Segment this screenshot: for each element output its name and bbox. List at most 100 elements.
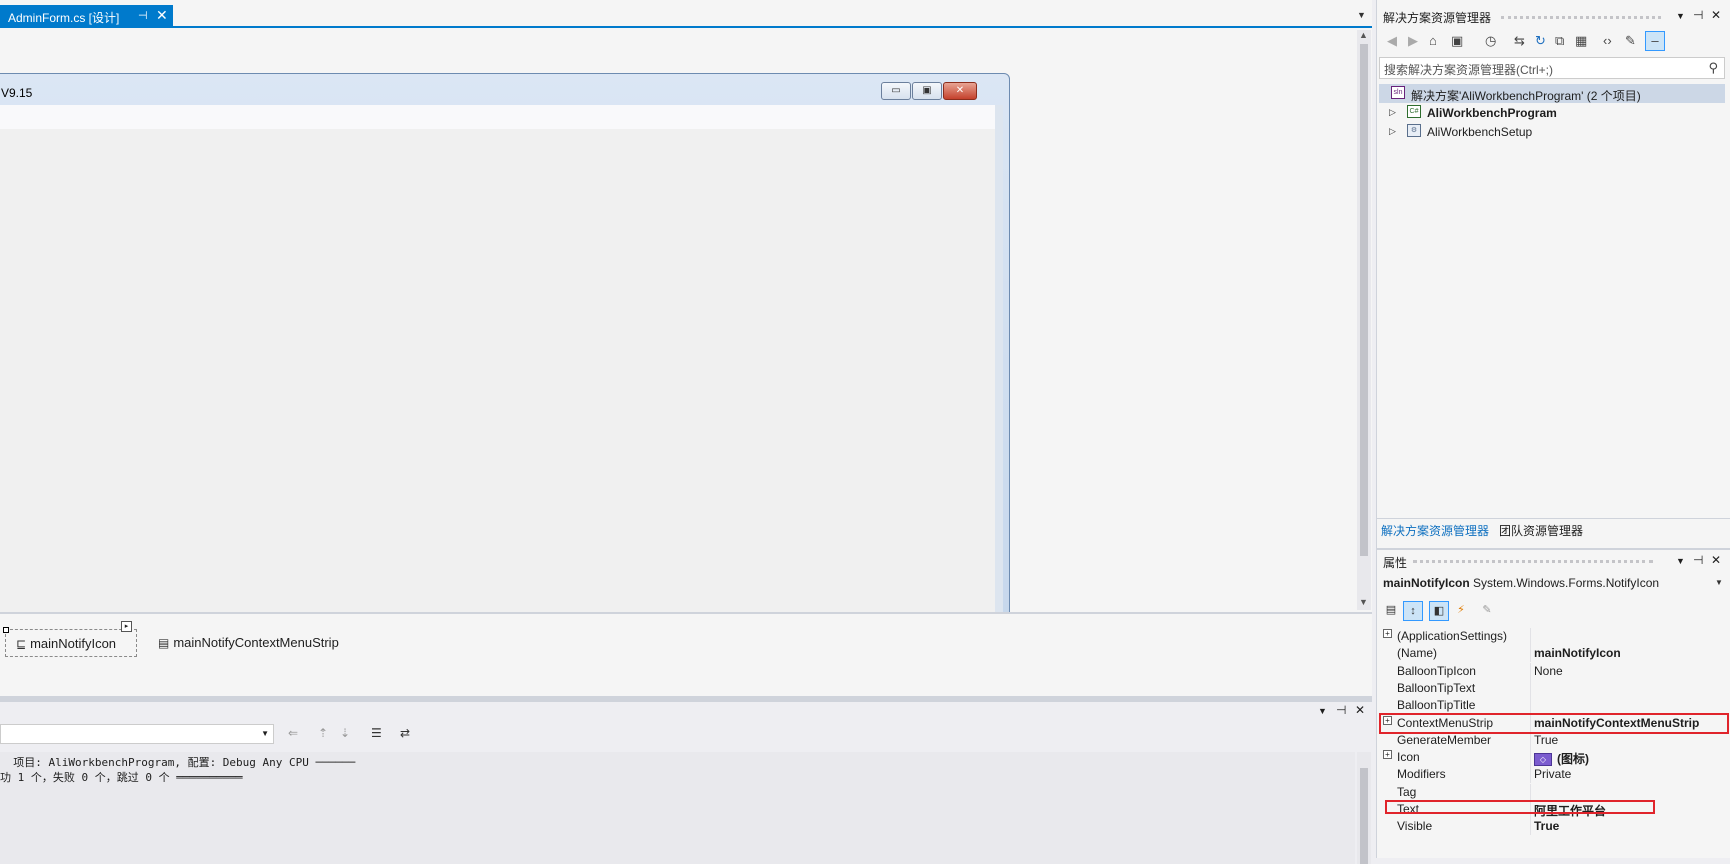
smart-tag-icon[interactable]: ▸: [121, 621, 132, 632]
scroll-thumb[interactable]: [1360, 44, 1368, 556]
properties-panel: 属性 ▼ ⊣ ✕ mainNotifyIcon System.Windows.F…: [1377, 548, 1730, 858]
property-row[interactable]: + (ApplicationSettings): [1377, 628, 1730, 645]
property-pages-icon[interactable]: ✎: [1477, 601, 1497, 621]
properties-icon[interactable]: ◧: [1429, 601, 1449, 621]
property-value[interactable]: ◇ (图标): [1534, 750, 1729, 767]
home-icon[interactable]: ⌂: [1429, 33, 1437, 48]
property-row[interactable]: + Icon ◇ (图标): [1377, 749, 1730, 767]
clear-all-icon[interactable]: ☰: [371, 726, 382, 740]
property-row[interactable]: GenerateMember True: [1377, 731, 1730, 749]
tree-item-label: AliWorkbenchSetup: [1427, 125, 1533, 139]
property-row[interactable]: (Name) mainNotifyIcon: [1377, 645, 1730, 663]
sync-icon[interactable]: ⇆: [1514, 33, 1525, 49]
scroll-thumb[interactable]: [1360, 768, 1368, 864]
column-separator: [1530, 628, 1531, 645]
property-row[interactable]: BalloonTipIcon None: [1377, 662, 1730, 680]
property-value[interactable]: Private: [1534, 767, 1729, 781]
events-icon[interactable]: ⚡: [1451, 601, 1471, 621]
categorized-icon[interactable]: ▤: [1381, 601, 1401, 621]
designed-form[interactable]: V9.15 ▭ ▣ ✕: [0, 73, 1010, 644]
pin-icon[interactable]: ⊣: [138, 9, 148, 22]
property-name: Icon: [1397, 750, 1420, 765]
property-name: BalloonTipText: [1397, 680, 1476, 695]
switch-views-icon[interactable]: ▣: [1451, 33, 1463, 49]
dropdown-icon[interactable]: ▼: [1676, 11, 1685, 21]
word-wrap-icon[interactable]: ⇄: [400, 726, 410, 740]
search-placeholder: 搜索解决方案资源管理器(Ctrl+;): [1384, 63, 1553, 77]
designer-vertical-scrollbar[interactable]: ▲ ▼: [1357, 30, 1371, 610]
output-text[interactable]: 项目: AliWorkbenchProgram, 配置: Debug Any C…: [0, 752, 1355, 864]
tree-item-solution[interactable]: sln 解决方案'AliWorkbenchProgram' (2 个项目): [1379, 84, 1725, 103]
solution-icon: sln: [1391, 86, 1405, 99]
expand-icon[interactable]: +: [1383, 629, 1392, 638]
next-message-icon[interactable]: ⇣: [340, 726, 350, 740]
tree-item-project[interactable]: ▷ ⚙ AliWorkbenchSetup: [1379, 122, 1725, 141]
tab-team-explorer[interactable]: 团队资源管理器: [1499, 522, 1583, 539]
dropdown-icon[interactable]: ▼: [1676, 556, 1685, 566]
property-name: Modifiers: [1397, 767, 1446, 782]
close-tab-icon[interactable]: ✕: [156, 7, 168, 24]
properties-wrench-icon[interactable]: ✎: [1625, 33, 1636, 49]
selection-handle[interactable]: [3, 627, 9, 633]
property-value[interactable]: True: [1534, 819, 1729, 833]
form-menu-strip[interactable]: [0, 105, 995, 129]
refresh-icon[interactable]: ↻: [1535, 33, 1546, 49]
form-client-area[interactable]: [0, 105, 995, 644]
tab-dropdown-icon[interactable]: ▼: [1357, 10, 1366, 20]
search-icon[interactable]: ⚲: [1708, 60, 1718, 76]
scroll-up-icon[interactable]: ▲: [1359, 30, 1368, 40]
tab-solution-explorer[interactable]: 解决方案资源管理器: [1381, 522, 1489, 539]
prev-message-icon[interactable]: ⇡: [318, 726, 328, 740]
show-all-files-icon[interactable]: ▦: [1575, 33, 1587, 49]
close-icon[interactable]: ✕: [943, 82, 977, 100]
output-vertical-scrollbar[interactable]: [1357, 752, 1371, 864]
pin-icon[interactable]: ⊣: [1693, 8, 1703, 22]
solution-search-input[interactable]: 搜索解决方案资源管理器(Ctrl+;) ⚲: [1379, 57, 1725, 79]
property-row[interactable]: Modifiers Private: [1377, 766, 1730, 784]
property-value[interactable]: True: [1534, 733, 1729, 747]
designer-surface: V9.15 ▭ ▣ ✕: [0, 30, 1355, 644]
tray-item-notify-icon[interactable]: ▸ ⊑ mainNotifyIcon: [3, 621, 137, 657]
scroll-down-icon[interactable]: ▼: [1359, 597, 1368, 607]
tray-item-context-menu[interactable]: ▤ mainNotifyContextMenuStrip: [158, 635, 339, 650]
property-value[interactable]: None: [1534, 664, 1729, 678]
find-message-icon[interactable]: ⇐: [288, 726, 298, 740]
forward-icon[interactable]: ▶: [1408, 33, 1418, 49]
dropdown-icon[interactable]: ▼: [1318, 706, 1327, 716]
document-tab-title: AdminForm.cs [设计]: [8, 11, 120, 25]
title-grip: [1413, 560, 1653, 563]
pin-icon[interactable]: ⊣: [1336, 703, 1346, 717]
property-value[interactable]: mainNotifyIcon: [1534, 646, 1729, 660]
back-icon[interactable]: ◀: [1387, 33, 1397, 49]
expand-icon[interactable]: +: [1383, 750, 1392, 760]
property-row[interactable]: BalloonTipText: [1377, 679, 1730, 697]
document-tab[interactable]: AdminForm.cs [设计] ⊣ ✕: [0, 5, 173, 27]
close-icon[interactable]: ✕: [1355, 703, 1365, 717]
close-icon[interactable]: ✕: [1711, 8, 1721, 22]
preview-selected-icon[interactable]: –: [1645, 31, 1665, 51]
alphabetical-icon[interactable]: ↕: [1403, 601, 1423, 621]
csharp-project-icon: C#: [1407, 105, 1421, 118]
output-line: 项目: AliWorkbenchProgram, 配置: Debug Any C…: [0, 756, 356, 769]
expand-arrow-icon[interactable]: ▷: [1389, 107, 1396, 118]
property-object-selector[interactable]: mainNotifyIcon System.Windows.Forms.Noti…: [1383, 576, 1659, 590]
property-row[interactable]: Tag: [1377, 783, 1730, 801]
view-code-icon[interactable]: ‹›: [1603, 33, 1612, 48]
column-separator: [1530, 818, 1531, 836]
chevron-down-icon[interactable]: ▼: [1715, 578, 1723, 587]
document-tab-bar: AdminForm.cs [设计] ⊣ ✕ ▼: [0, 0, 1372, 28]
close-icon[interactable]: ✕: [1711, 553, 1721, 567]
expand-arrow-icon[interactable]: ▷: [1389, 126, 1396, 137]
output-source-select[interactable]: ▼: [0, 724, 274, 744]
property-row[interactable]: Visible True: [1377, 818, 1730, 836]
tool-window-tabs: 解决方案资源管理器 团队资源管理器: [1377, 518, 1730, 540]
minimize-icon[interactable]: ▭: [881, 82, 911, 100]
collapse-all-icon[interactable]: ⧉: [1555, 33, 1564, 49]
pending-changes-icon[interactable]: ◷: [1485, 33, 1496, 49]
maximize-icon[interactable]: ▣: [912, 82, 942, 100]
tree-item-project[interactable]: ▷ C# AliWorkbenchProgram: [1379, 103, 1725, 122]
right-tool-column: 解决方案资源管理器 ▼ ⊣ ✕ ◀ ▶ ⌂ ▣ ◷ ⇆ ↻ ⧉ ▦ ‹› ✎ –…: [1376, 0, 1730, 858]
output-pane: ▼ ⊣ ✕ ▼ ⇐ ⇡ ⇣ ☰ ⇄ 项目: AliWorkbenchProgra…: [0, 696, 1372, 864]
pin-icon[interactable]: ⊣: [1693, 553, 1703, 567]
property-name: Tag: [1397, 784, 1417, 799]
